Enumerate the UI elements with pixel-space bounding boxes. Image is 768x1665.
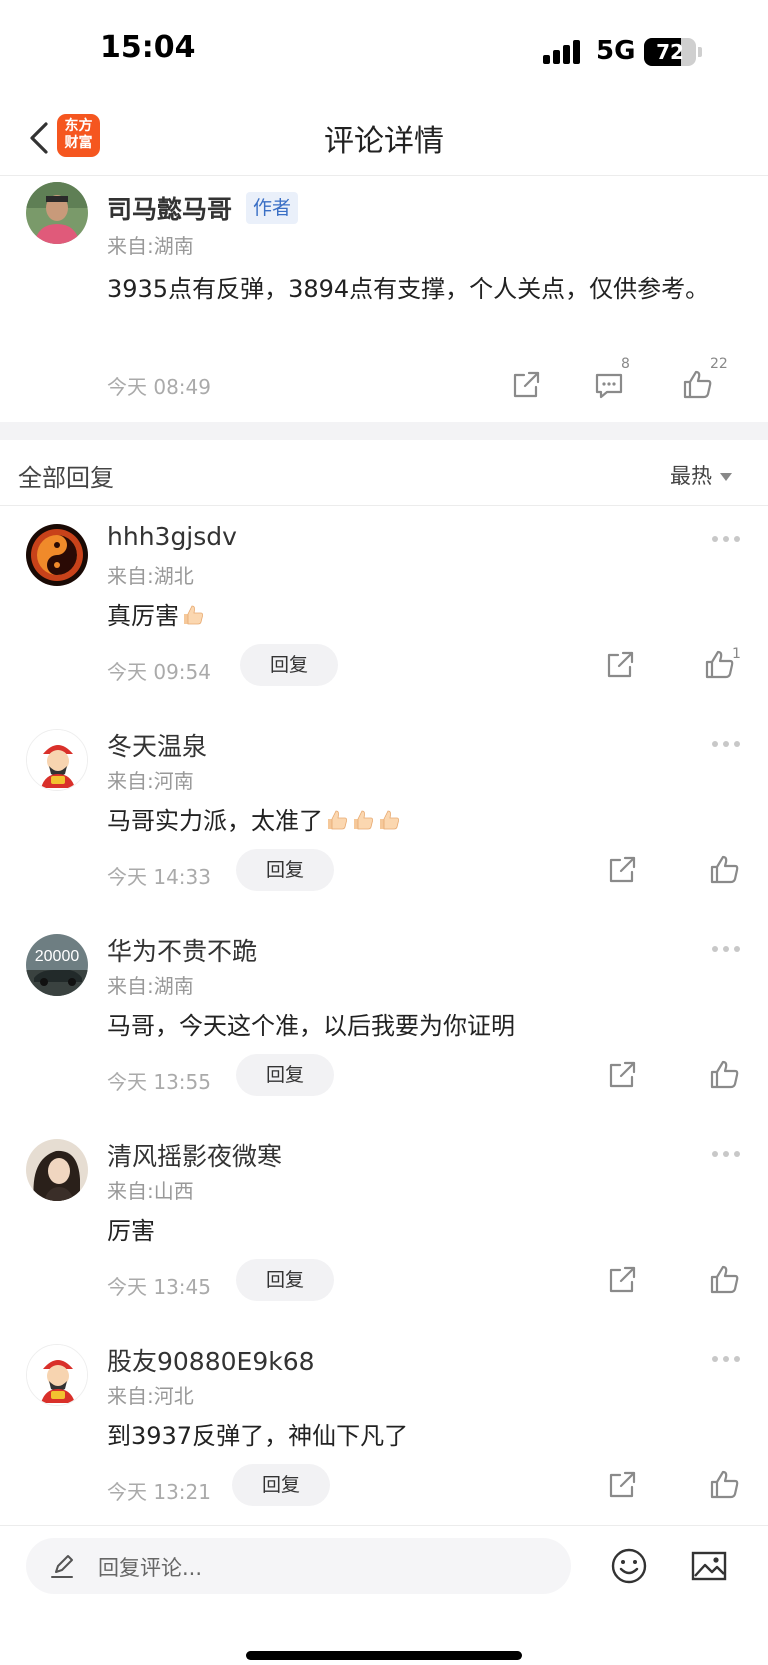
like-count: 1	[732, 646, 741, 662]
author-name[interactable]: 司马懿马哥	[107, 190, 232, 226]
more-options-icon[interactable]	[712, 1149, 742, 1159]
commenter-location: 来自:山西	[107, 1179, 194, 1203]
comment-item: 冬天温泉 来自:河南 马哥实力派，太准了 今天 14:33 回复	[0, 711, 768, 916]
like-count: 22	[710, 356, 728, 372]
logo-text-line2: 财富	[64, 135, 93, 151]
reply-button[interactable]: 回复	[236, 849, 334, 891]
comment-text: 厉害	[107, 1211, 155, 1246]
image-icon[interactable]	[689, 1546, 729, 1586]
network-type: 5G	[596, 36, 636, 66]
share-icon[interactable]	[605, 1058, 639, 1092]
cellular-signal-icon	[543, 40, 583, 64]
comment-text-body: 厉害	[107, 1217, 155, 1245]
comment-count: 8	[621, 356, 630, 372]
comment-text-body: 到3937反弹了，神仙下凡了	[107, 1422, 409, 1450]
share-icon[interactable]	[605, 1468, 639, 1502]
comment-time: 今天 13:45	[107, 1275, 211, 1299]
home-indicator	[246, 1651, 522, 1660]
commenter-avatar[interactable]: 20000	[26, 934, 88, 996]
commenter-avatar[interactable]	[26, 524, 88, 586]
share-icon[interactable]	[605, 1263, 639, 1297]
commenter-name[interactable]: 华为不贵不跪	[107, 932, 257, 968]
like-icon[interactable]	[708, 1468, 742, 1502]
comment-text: 马哥，今天这个准，以后我要为你证明	[107, 1006, 515, 1041]
commenter-location: 来自:河北	[107, 1384, 194, 1408]
comment-time: 今天 14:33	[107, 865, 211, 889]
battery-tip	[698, 47, 702, 57]
comment-text-body: 马哥，今天这个准，以后我要为你证明	[107, 1012, 515, 1040]
comment-time: 今天 09:54	[107, 660, 211, 684]
share-icon[interactable]	[605, 853, 639, 887]
more-options-icon[interactable]	[712, 534, 742, 544]
avatar-badge-text: 20000	[35, 948, 80, 965]
thumbs-up-emoji-icon	[328, 810, 347, 830]
status-bar: 15:04 5G 72	[0, 0, 768, 100]
commenter-name[interactable]: hhh3gjsdv	[107, 522, 237, 551]
app-logo[interactable]: 东方 财富	[57, 114, 100, 157]
comment-text: 马哥实力派，太准了	[107, 801, 401, 836]
post-body: 3935点有反弹，3894点有支撑，个人关点，仅供参考。	[107, 275, 710, 303]
logo-text-line1: 东方	[64, 118, 93, 134]
replies-header: 全部回复 最热	[0, 440, 768, 506]
reply-button[interactable]: 回复	[232, 1464, 330, 1506]
pencil-icon	[51, 1555, 73, 1578]
sort-dropdown[interactable]: 最热	[670, 460, 732, 490]
comment-text-body: 真厉害	[107, 602, 179, 630]
commenter-location: 来自:河南	[107, 769, 194, 793]
comment-time: 今天 13:21	[107, 1480, 211, 1504]
comment-time: 今天 13:55	[107, 1070, 211, 1094]
more-options-icon[interactable]	[712, 1354, 742, 1364]
commenter-location: 来自:湖南	[107, 974, 194, 998]
commenter-name[interactable]: 股友90880E9k68	[107, 1342, 315, 1378]
reply-button[interactable]: 回复	[236, 1259, 334, 1301]
thumbs-up-emoji-icon	[354, 810, 373, 830]
share-icon[interactable]	[509, 368, 543, 402]
nav-bar: 评论详情 东方 财富	[0, 100, 768, 176]
reply-input[interactable]: 回复评论...	[26, 1538, 571, 1594]
battery-percent: 72	[656, 40, 684, 64]
author-badge: 作者	[246, 192, 299, 224]
battery-icon: 72	[644, 38, 696, 66]
commenter-avatar[interactable]	[26, 1139, 88, 1201]
comment-item: hhh3gjsdv 来自:湖北 真厉害 今天 09:54 回复 1	[0, 506, 768, 711]
comment-item: 20000 华为不贵不跪 来自:湖南 马哥，今天这个准，以后我要为你证明 今天 …	[0, 916, 768, 1121]
reply-placeholder: 回复评论...	[98, 1556, 203, 1580]
replies-title: 全部回复	[18, 464, 114, 492]
commenter-avatar[interactable]	[26, 729, 88, 791]
section-divider	[0, 422, 768, 440]
author-location: 来自:湖南	[107, 234, 194, 258]
bottom-bar: 回复评论...	[0, 1525, 768, 1665]
post-time: 今天 08:49	[107, 375, 211, 399]
comment-text-body: 马哥实力派，太准了	[107, 807, 323, 835]
like-icon[interactable]	[708, 853, 742, 887]
commenter-name[interactable]: 冬天温泉	[107, 727, 207, 763]
like-icon[interactable]	[681, 368, 715, 402]
emoji-icon[interactable]	[609, 1546, 649, 1586]
caret-down-icon	[720, 473, 732, 481]
commenter-avatar[interactable]	[26, 1344, 88, 1406]
thumbs-up-emoji-icon	[380, 810, 399, 830]
comment-item: 股友90880E9k68 来自:河北 到3937反弹了，神仙下凡了 今天 13:…	[0, 1326, 768, 1531]
main-post: 司马懿马哥 作者 来自:湖南 3935点有反弹，3894点有支撑，个人关点，仅供…	[0, 176, 768, 422]
commenter-name[interactable]: 清风摇影夜微寒	[107, 1137, 282, 1173]
thumbs-up-emoji-icon	[184, 605, 203, 625]
comment-item: 清风摇影夜微寒 来自:山西 厉害 今天 13:45 回复	[0, 1121, 768, 1326]
commenter-location: 来自:湖北	[107, 564, 194, 588]
comment-icon[interactable]	[592, 368, 626, 402]
page-title: 评论详情	[324, 124, 444, 159]
comment-text: 真厉害	[107, 596, 205, 631]
like-icon[interactable]	[708, 1058, 742, 1092]
back-arrow-icon[interactable]	[26, 120, 56, 156]
author-avatar[interactable]	[26, 182, 88, 244]
status-time: 15:04	[100, 30, 196, 65]
reply-button[interactable]: 回复	[240, 644, 338, 686]
comment-text: 到3937反弹了，神仙下凡了	[107, 1416, 408, 1451]
sort-label: 最热	[670, 464, 712, 488]
reply-button[interactable]: 回复	[236, 1054, 334, 1096]
like-icon[interactable]	[708, 1263, 742, 1297]
more-options-icon[interactable]	[712, 739, 742, 749]
share-icon[interactable]	[603, 648, 637, 682]
more-options-icon[interactable]	[712, 944, 742, 954]
